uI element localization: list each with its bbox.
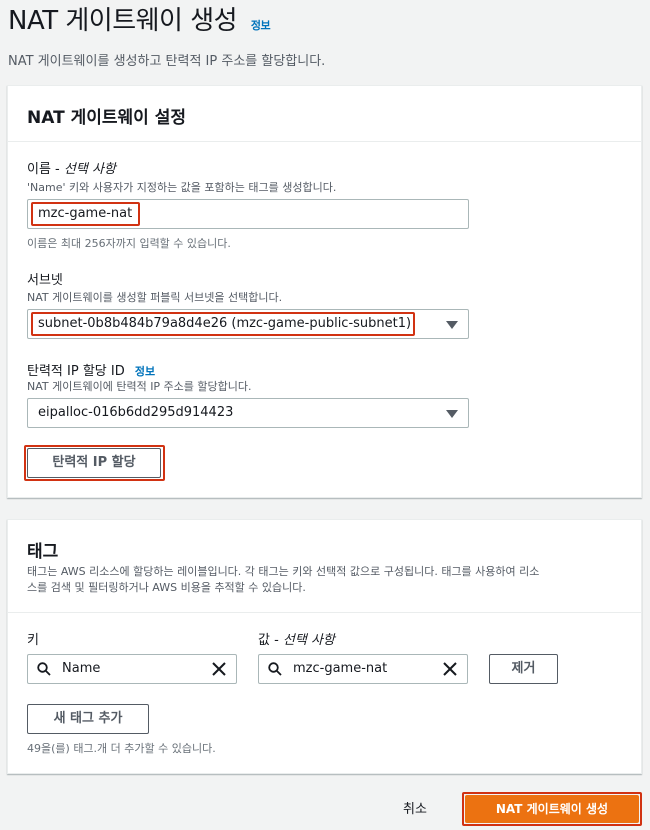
eip-label: 탄력적 IP 할당 ID 정보 [27, 364, 156, 379]
eip-description: NAT 게이트웨이에 탄력적 IP 주소를 할당합니다. [27, 380, 252, 393]
subnet-select-value: subnet-0b8b484b79a8d4e26 (mzc-game-publi… [38, 316, 412, 331]
eip-info-link[interactable]: 정보 [135, 365, 155, 378]
tags-panel-title: 태그 [27, 542, 59, 562]
eip-select[interactable]: eipalloc-016b6dd295d914423 [27, 398, 469, 428]
name-hint: 이름은 최대 256자까지 입력할 수 있습니다. [27, 237, 231, 250]
tag-value-input[interactable]: mzc-game-nat [258, 654, 468, 684]
add-tag-button[interactable]: 새 태그 추가 [27, 704, 149, 734]
name-input-value: mzc-game-nat [38, 206, 133, 221]
allocate-eip-highlight [24, 445, 165, 481]
tags-description-line2: 스를 검색 및 필터링하거나 AWS 비용을 추적할 수 있습니다. [27, 581, 306, 594]
subnet-description: NAT 게이트웨이를 생성할 퍼블릭 서브넷을 선택합니다. [27, 291, 283, 304]
info-link[interactable]: 정보 [251, 19, 271, 32]
search-icon [268, 662, 282, 676]
page-title: NAT 게이트웨이 생성 정보 [8, 6, 271, 36]
tag-value-label: 값 - 선택 사항 [258, 633, 335, 648]
create-nat-gateway-button[interactable]: NAT 게이트웨이 생성 [465, 795, 639, 823]
chevron-down-icon [446, 321, 458, 329]
close-icon[interactable] [443, 662, 457, 676]
remove-tag-button[interactable]: 제거 [489, 654, 558, 684]
name-description: 'Name' 키와 사용자가 지정하는 값을 포함하는 태그를 생성합니다. [27, 181, 337, 194]
panel-divider [8, 612, 641, 613]
chevron-down-icon [446, 410, 458, 418]
tag-key-value: Name [62, 661, 101, 676]
tags-panel: 태그 태그는 AWS 리소스에 할당하는 레이블입니다. 각 태그는 키와 선택… [7, 519, 642, 774]
cancel-button[interactable]: 취소 [403, 798, 427, 817]
tag-key-label: 키 [27, 633, 39, 648]
search-icon [37, 662, 51, 676]
eip-select-value: eipalloc-016b6dd295d914423 [38, 405, 234, 420]
page-subtitle: NAT 게이트웨이를 생성하고 탄력적 IP 주소를 할당합니다. [8, 54, 326, 69]
panel-divider [8, 141, 641, 142]
tags-description-line1: 태그는 AWS 리소스에 할당하는 레이블입니다. 각 태그는 키와 선택적 값… [27, 565, 540, 578]
name-label: 이름 - 선택 사항 [27, 162, 116, 177]
tag-key-input[interactable]: Name [27, 654, 237, 684]
tags-remaining-hint: 49을(를) 태그.개 더 추가할 수 있습니다. [27, 742, 216, 755]
subnet-label: 서브넷 [27, 273, 63, 288]
tag-value-value: mzc-game-nat [293, 661, 388, 676]
settings-panel-title: NAT 게이트웨이 설정 [27, 108, 186, 128]
close-icon[interactable] [212, 662, 226, 676]
settings-panel: NAT 게이트웨이 설정 이름 - 선택 사항 'Name' 키와 사용자가 지… [7, 85, 642, 498]
